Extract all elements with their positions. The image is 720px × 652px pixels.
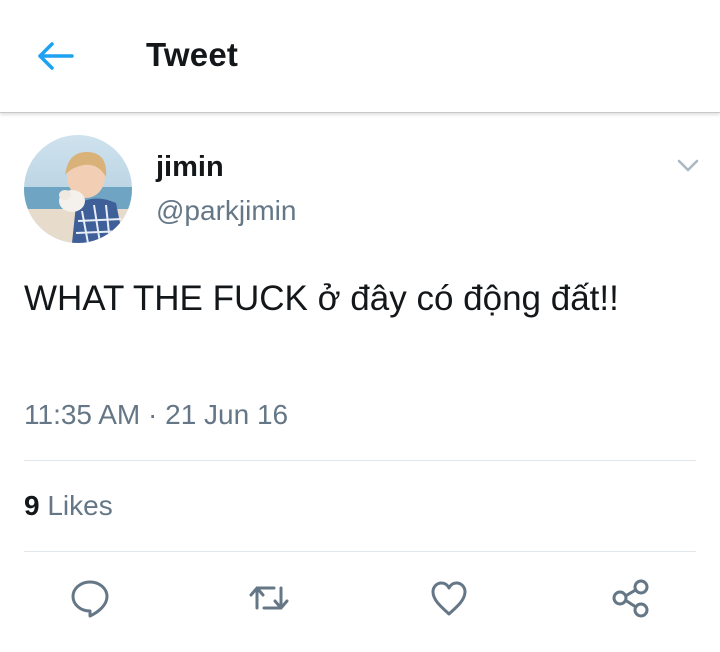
divider (24, 551, 696, 552)
avatar[interactable] (24, 135, 132, 243)
like-button[interactable] (427, 576, 471, 620)
share-icon (608, 576, 652, 620)
tweet-date: 21 Jun 16 (165, 399, 289, 430)
likes-label: Likes (47, 490, 113, 521)
tweet-timestamp: 11:35 AM · 21 Jun 16 (24, 399, 288, 431)
heart-icon (427, 576, 471, 620)
arrow-left-icon (30, 36, 80, 76)
more-options-button[interactable] (672, 150, 704, 180)
reply-icon (68, 576, 112, 620)
reply-button[interactable] (68, 576, 112, 620)
retweet-icon (247, 576, 291, 620)
retweet-button[interactable] (247, 576, 291, 620)
page-title: Tweet (146, 36, 239, 73)
likes-count: 9 (24, 490, 40, 521)
tweet-time: 11:35 AM (24, 399, 141, 430)
timestamp-separator: · (148, 399, 158, 430)
back-button[interactable] (30, 36, 80, 76)
chevron-down-icon (672, 150, 704, 180)
user-handle[interactable]: @parkjimin (156, 195, 296, 227)
divider (24, 460, 696, 461)
likes-stat[interactable]: 9 Likes (24, 490, 113, 522)
tweet-text: WHAT THE FUCK ở đây có động đất!! (24, 279, 619, 318)
top-bar: Tweet (0, 0, 720, 113)
display-name[interactable]: jimin (156, 151, 224, 184)
share-button[interactable] (608, 576, 652, 620)
